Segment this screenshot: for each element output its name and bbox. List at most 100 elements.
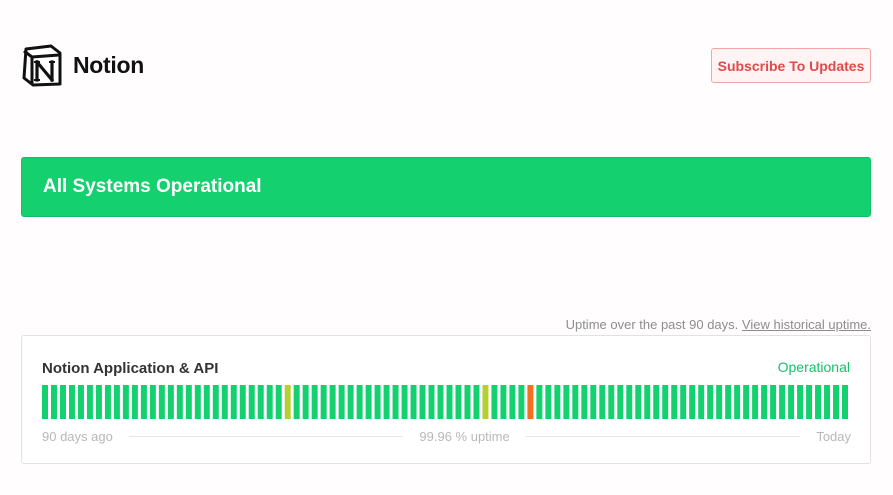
uptime-day-bar[interactable]: [275, 385, 282, 419]
historical-uptime-link[interactable]: View historical uptime.: [742, 317, 871, 332]
uptime-day-bar[interactable]: [410, 385, 417, 419]
uptime-day-bar[interactable]: [77, 385, 84, 419]
uptime-day-bar[interactable]: [59, 385, 66, 419]
uptime-day-bar[interactable]: [644, 385, 651, 419]
uptime-day-bar[interactable]: [176, 385, 183, 419]
uptime-day-bar[interactable]: [680, 385, 687, 419]
uptime-day-bar[interactable]: [716, 385, 723, 419]
status-banner: All Systems Operational: [21, 157, 871, 217]
uptime-day-bar[interactable]: [617, 385, 624, 419]
uptime-day-bar[interactable]: [365, 385, 372, 419]
uptime-day-bar[interactable]: [707, 385, 714, 419]
uptime-day-bar[interactable]: [329, 385, 336, 419]
uptime-day-bar[interactable]: [266, 385, 273, 419]
uptime-day-bar[interactable]: [158, 385, 165, 419]
uptime-day-bar[interactable]: [626, 385, 633, 419]
uptime-day-bar[interactable]: [383, 385, 390, 419]
uptime-day-bar[interactable]: [293, 385, 300, 419]
uptime-day-bar[interactable]: [545, 385, 552, 419]
uptime-caption: Uptime over the past 90 days. View histo…: [566, 317, 871, 332]
uptime-day-bar[interactable]: [257, 385, 264, 419]
uptime-day-bar[interactable]: [806, 385, 813, 419]
uptime-day-bar[interactable]: [788, 385, 795, 419]
uptime-day-bar[interactable]: [149, 385, 156, 419]
uptime-day-bar[interactable]: [446, 385, 453, 419]
uptime-day-bar[interactable]: [743, 385, 750, 419]
component-status: Operational: [777, 359, 850, 375]
uptime-day-bar[interactable]: [239, 385, 246, 419]
uptime-day-bar[interactable]: [185, 385, 192, 419]
uptime-day-bar[interactable]: [563, 385, 570, 419]
uptime-day-bar[interactable]: [419, 385, 426, 419]
uptime-day-bar[interactable]: [833, 385, 840, 419]
uptime-day-bar[interactable]: [842, 385, 848, 419]
uptime-day-bar[interactable]: [221, 385, 228, 419]
uptime-day-bar[interactable]: [311, 385, 318, 419]
uptime-day-bar[interactable]: [113, 385, 120, 419]
uptime-day-bar[interactable]: [374, 385, 381, 419]
uptime-day-bar[interactable]: [464, 385, 471, 419]
subscribe-button[interactable]: Subscribe To Updates: [711, 48, 871, 83]
legend-divider: [128, 435, 404, 437]
uptime-day-bar[interactable]: [797, 385, 804, 419]
uptime-day-bar[interactable]: [689, 385, 696, 419]
uptime-day-bar[interactable]: [248, 385, 255, 419]
uptime-day-bar[interactable]: [284, 385, 291, 419]
uptime-day-bar[interactable]: [698, 385, 705, 419]
uptime-day-bar[interactable]: [68, 385, 75, 419]
uptime-day-bar[interactable]: [770, 385, 777, 419]
component-card: Notion Application & API Operational 90 …: [21, 335, 871, 464]
status-page: Notion Subscribe To Updates All Systems …: [0, 0, 893, 495]
uptime-day-bar[interactable]: [437, 385, 444, 419]
uptime-day-bar[interactable]: [779, 385, 786, 419]
uptime-day-bar[interactable]: [167, 385, 174, 419]
uptime-day-bar[interactable]: [608, 385, 615, 419]
uptime-day-bar[interactable]: [212, 385, 219, 419]
uptime-day-bar[interactable]: [230, 385, 237, 419]
uptime-day-bar[interactable]: [131, 385, 138, 419]
uptime-day-bar[interactable]: [599, 385, 606, 419]
uptime-day-bar[interactable]: [473, 385, 480, 419]
uptime-day-bar[interactable]: [203, 385, 210, 419]
uptime-day-bar[interactable]: [734, 385, 741, 419]
uptime-day-bar[interactable]: [671, 385, 678, 419]
uptime-day-bar[interactable]: [581, 385, 588, 419]
uptime-day-bar[interactable]: [536, 385, 543, 419]
uptime-day-bar[interactable]: [356, 385, 363, 419]
brand[interactable]: Notion: [21, 43, 144, 87]
uptime-day-bar[interactable]: [320, 385, 327, 419]
uptime-day-bar[interactable]: [500, 385, 507, 419]
uptime-day-bar[interactable]: [518, 385, 525, 419]
uptime-day-bar[interactable]: [509, 385, 516, 419]
uptime-day-bar[interactable]: [554, 385, 561, 419]
uptime-day-bar[interactable]: [815, 385, 822, 419]
uptime-day-bar[interactable]: [86, 385, 93, 419]
uptime-day-bar[interactable]: [590, 385, 597, 419]
uptime-day-bar[interactable]: [455, 385, 462, 419]
uptime-day-bar[interactable]: [347, 385, 354, 419]
uptime-day-bar[interactable]: [761, 385, 768, 419]
uptime-day-bar[interactable]: [572, 385, 579, 419]
uptime-day-bar[interactable]: [482, 385, 489, 419]
uptime-day-bar[interactable]: [653, 385, 660, 419]
uptime-day-bar[interactable]: [95, 385, 102, 419]
uptime-day-bar[interactable]: [302, 385, 309, 419]
uptime-day-bar[interactable]: [662, 385, 669, 419]
uptime-day-bar[interactable]: [725, 385, 732, 419]
uptime-day-bar[interactable]: [392, 385, 399, 419]
uptime-day-bar[interactable]: [824, 385, 831, 419]
uptime-day-bar[interactable]: [635, 385, 642, 419]
uptime-day-bar[interactable]: [104, 385, 111, 419]
legend-divider: [525, 435, 801, 437]
uptime-day-bar[interactable]: [428, 385, 435, 419]
uptime-day-bar[interactable]: [491, 385, 498, 419]
uptime-day-bar[interactable]: [401, 385, 408, 419]
uptime-day-bar[interactable]: [140, 385, 147, 419]
uptime-day-bar[interactable]: [752, 385, 759, 419]
uptime-day-bar[interactable]: [194, 385, 201, 419]
uptime-day-bar[interactable]: [338, 385, 345, 419]
uptime-day-bar[interactable]: [122, 385, 129, 419]
uptime-day-bar[interactable]: [42, 385, 48, 419]
uptime-day-bar[interactable]: [50, 385, 57, 419]
uptime-day-bar[interactable]: [527, 385, 534, 419]
